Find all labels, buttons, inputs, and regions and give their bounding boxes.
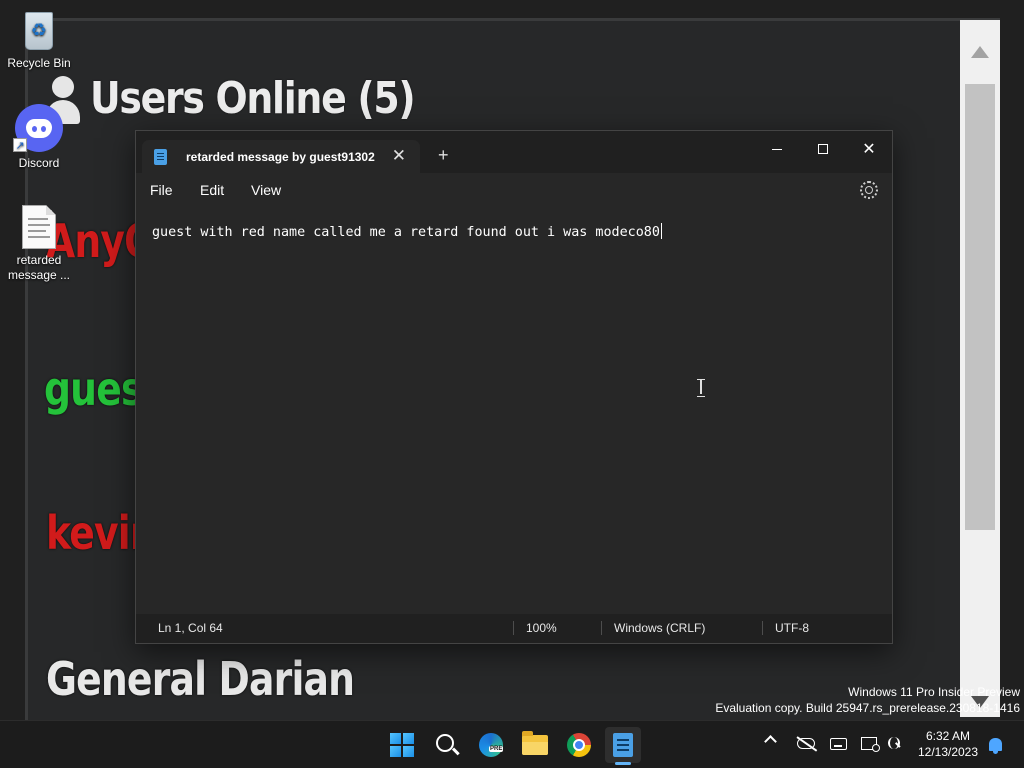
- desktop-icon-recycle-bin[interactable]: ♻ Recycle Bin: [1, 6, 77, 71]
- document-tab[interactable]: retarded message by guest91302 ✕: [142, 140, 420, 174]
- maximize-icon: [818, 144, 828, 154]
- recycle-bin-icon: ♻: [21, 6, 57, 52]
- start-button[interactable]: [384, 727, 420, 763]
- clock-time: 6:32 AM: [925, 729, 971, 743]
- text-file-icon: [22, 205, 56, 249]
- edge-button[interactable]: PRE: [473, 727, 509, 763]
- close-icon: ✕: [862, 141, 876, 158]
- notepad-icon: [613, 733, 633, 757]
- menu-file[interactable]: File: [150, 182, 173, 198]
- background-scrollbar[interactable]: [960, 20, 1000, 717]
- search-icon: [436, 734, 454, 752]
- menu-edit[interactable]: Edit: [200, 182, 224, 198]
- search-button[interactable]: [429, 727, 465, 763]
- minimize-icon: [772, 148, 782, 150]
- ibeam-cursor-icon: [697, 379, 705, 397]
- menu-bar: File Edit View: [136, 173, 892, 209]
- cursor-position: Ln 1, Col 64: [158, 621, 223, 635]
- notification-bell-icon[interactable]: [989, 738, 1002, 754]
- system-clock[interactable]: 6:32 AM 12/13/2023: [915, 728, 981, 760]
- keyboard-icon[interactable]: [830, 738, 847, 750]
- desktop-icon-text-file[interactable]: retarded message ...: [1, 205, 77, 283]
- start-icon: [390, 733, 414, 757]
- status-divider: [601, 621, 602, 635]
- settings-gear-icon[interactable]: [860, 181, 878, 199]
- desktop-icon-label: Discord: [18, 156, 60, 170]
- chevron-up-icon[interactable]: [764, 735, 777, 748]
- status-divider: [762, 621, 763, 635]
- active-app-indicator: [615, 762, 631, 765]
- notepad-window[interactable]: retarded message by guest91302 ✕ + ✕ Fil…: [135, 130, 893, 644]
- close-button[interactable]: ✕: [848, 135, 890, 163]
- edge-icon: PRE: [479, 733, 504, 757]
- online-user-name: General Darian: [46, 652, 355, 706]
- onedrive-offline-icon[interactable]: [797, 738, 815, 749]
- desktop-icon-discord[interactable]: ↗ Discord: [1, 104, 77, 171]
- line-ending[interactable]: Windows (CRLF): [614, 621, 705, 635]
- close-tab-icon[interactable]: ✕: [392, 146, 406, 166]
- watermark-line: Evaluation copy. Build 25947.rs_prerelea…: [715, 701, 1020, 715]
- clock-date: 12/13/2023: [917, 745, 979, 759]
- text-caret: [660, 223, 662, 239]
- taskbar: PRE 6:32 AM 12/13/2023: [0, 720, 1024, 768]
- file-explorer-button[interactable]: [517, 727, 553, 763]
- watermark-line: Windows 11 Pro Insider Preview: [848, 685, 1020, 699]
- scrollbar-thumb[interactable]: [965, 84, 995, 530]
- minimize-button[interactable]: [756, 135, 798, 163]
- chrome-button[interactable]: [561, 727, 597, 763]
- volume-muted-icon[interactable]: [888, 737, 900, 749]
- tab-title: retarded message by guest91302: [186, 150, 375, 164]
- title-bar[interactable]: retarded message by guest91302 ✕ + ✕: [136, 131, 892, 174]
- maximize-button[interactable]: [802, 135, 844, 163]
- text-editor[interactable]: guest with red name called me a retard f…: [136, 209, 892, 616]
- shortcut-arrow-icon: ↗: [13, 138, 27, 152]
- windows-watermark: Windows 11 Pro Insider Preview Evaluatio…: [715, 684, 1020, 716]
- notepad-icon: [154, 149, 167, 165]
- scroll-up-icon[interactable]: [971, 46, 989, 58]
- menu-view[interactable]: View: [251, 182, 281, 198]
- encoding[interactable]: UTF-8: [775, 621, 809, 635]
- network-icon[interactable]: [861, 737, 880, 752]
- status-bar: Ln 1, Col 64 100% Windows (CRLF) UTF-8: [136, 614, 892, 643]
- zoom-level[interactable]: 100%: [526, 621, 557, 635]
- chrome-icon: [567, 733, 591, 757]
- users-online-heading: Users Online (5): [44, 66, 467, 130]
- editor-content[interactable]: guest with red name called me a retard f…: [152, 225, 660, 240]
- file-explorer-icon: [522, 731, 548, 755]
- desktop-icon-label: Recycle Bin: [7, 56, 71, 70]
- users-online-title: Users Online (5): [90, 72, 416, 124]
- status-divider: [513, 621, 514, 635]
- desktop-icon-label: retarded message ...: [7, 253, 71, 282]
- notepad-taskbar-button[interactable]: [605, 727, 641, 763]
- new-tab-button[interactable]: +: [438, 145, 449, 165]
